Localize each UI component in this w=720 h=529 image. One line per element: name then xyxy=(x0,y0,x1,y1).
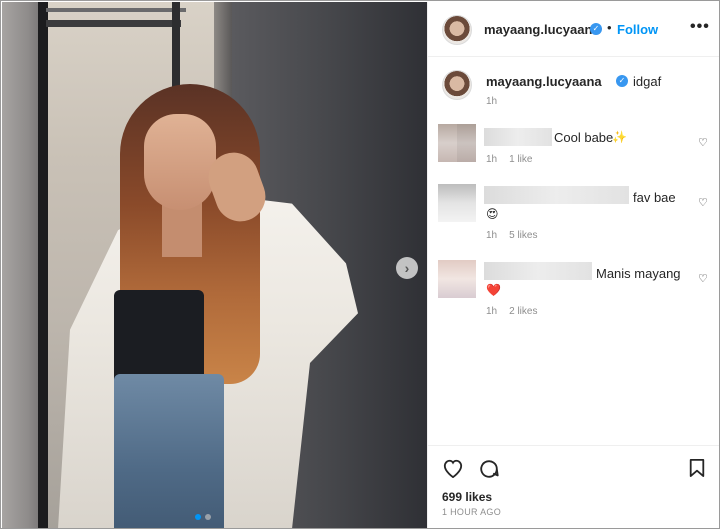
carousel-dots xyxy=(195,514,211,520)
comment-likes[interactable]: 1 like xyxy=(509,154,532,165)
save-bookmark-icon[interactable] xyxy=(688,458,706,484)
carousel-dot-active xyxy=(195,514,201,520)
sparkles-emoji: ✨ xyxy=(612,130,627,144)
header-username[interactable]: mayaang.lucyaana xyxy=(484,22,600,37)
caption-avatar[interactable] xyxy=(442,70,472,100)
caption-username[interactable]: mayaang.lucyaana xyxy=(486,74,602,89)
comment-avatar-blurred[interactable] xyxy=(438,124,476,162)
avatar[interactable] xyxy=(442,15,472,45)
next-photo-button[interactable]: › xyxy=(396,257,418,279)
comment-item: Cool babe ✨ 1h 1 like ♡ xyxy=(428,120,719,180)
carousel-dot xyxy=(205,514,211,520)
red-heart-emoji: ❤️ xyxy=(486,283,501,297)
comment-item: Manis mayang ❤️ 1h 2 likes ♡ xyxy=(428,256,719,332)
follow-button[interactable]: Follow xyxy=(617,22,658,37)
like-count[interactable]: 699 likes xyxy=(442,490,492,504)
commenter-name-blurred[interactable] xyxy=(484,186,629,204)
verified-badge-icon: ✓ xyxy=(590,23,602,35)
comment-avatar-blurred[interactable] xyxy=(438,184,476,222)
post-photo[interactable]: › xyxy=(2,2,427,528)
comment-text: Manis mayang xyxy=(596,266,681,281)
post-caption: mayaang.lucyaana ✓ idgaf 1h xyxy=(428,58,719,118)
separator-dot: • xyxy=(607,20,612,35)
heart-eyes-emoji: 😍 xyxy=(486,207,499,221)
comment-time: 1h xyxy=(486,154,498,165)
caption-text: idgaf xyxy=(633,74,662,89)
like-heart-icon[interactable] xyxy=(442,458,464,484)
comment-bubble-icon[interactable] xyxy=(478,458,500,486)
comment-avatar-blurred[interactable] xyxy=(438,260,476,298)
caption-time: 1h xyxy=(486,96,498,107)
comment-time: 1h xyxy=(486,306,498,317)
post-sidebar: mayaang.lucyaana ✓ • Follow ••• mayaang.… xyxy=(427,2,719,528)
comment-likes[interactable]: 2 likes xyxy=(509,306,537,317)
comment-text: fav bae xyxy=(633,190,676,205)
comment-item: fav bae 😍 1h 5 likes ♡ xyxy=(428,180,719,256)
post-header: mayaang.lucyaana ✓ • Follow ••• xyxy=(428,2,719,57)
verified-badge-icon: ✓ xyxy=(616,75,628,87)
chevron-right-icon: › xyxy=(404,260,410,276)
comment-like-icon[interactable]: ♡ xyxy=(698,136,708,149)
comment-text: Cool babe xyxy=(554,130,614,145)
more-options-icon[interactable]: ••• xyxy=(690,18,710,36)
comment-likes[interactable]: 5 likes xyxy=(509,230,537,241)
commenter-name-blurred[interactable] xyxy=(484,262,592,280)
comment-like-icon[interactable]: ♡ xyxy=(698,196,708,209)
commenter-name-blurred[interactable] xyxy=(484,128,552,146)
post-modal: › mayaang.lucyaana ✓ • Follow ••• mayaan… xyxy=(0,0,720,529)
post-timestamp: 1 HOUR AGO xyxy=(442,507,502,517)
comment-like-icon[interactable]: ♡ xyxy=(698,272,708,285)
post-actions: 699 likes 1 HOUR AGO xyxy=(428,445,719,528)
comment-time: 1h xyxy=(486,230,498,241)
